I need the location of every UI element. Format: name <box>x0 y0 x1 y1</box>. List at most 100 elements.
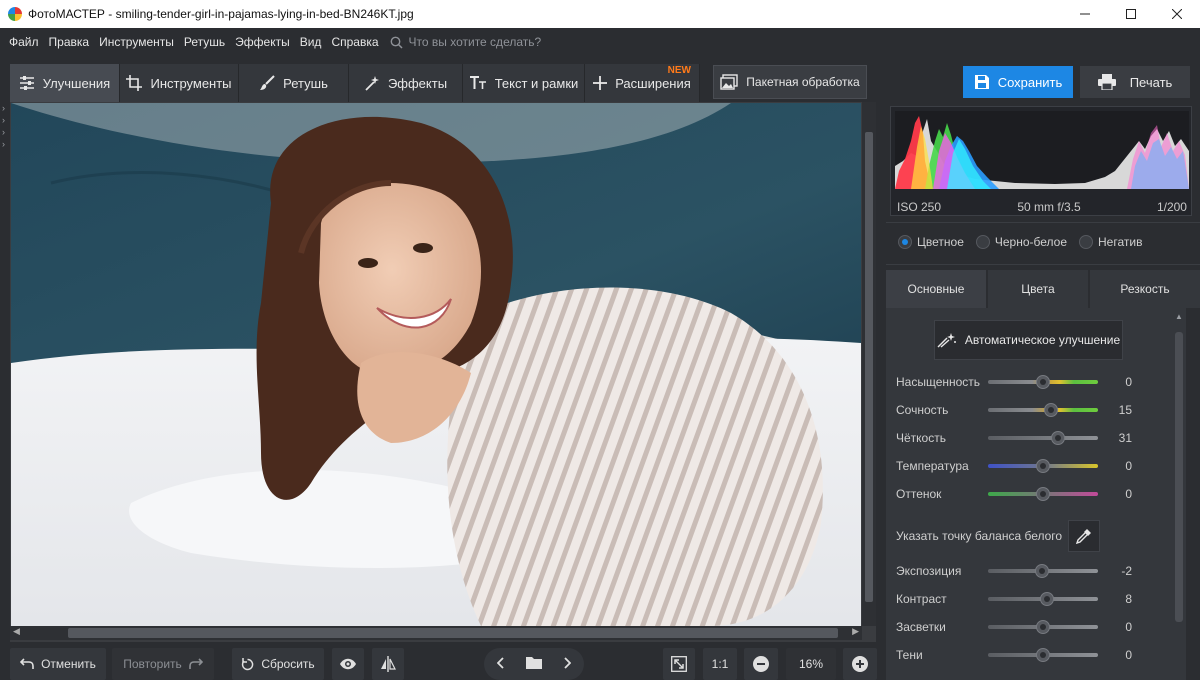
slider-label: Сочность <box>896 403 949 417</box>
new-badge: NEW <box>667 65 691 76</box>
reset-label: Сбросить <box>261 657 315 671</box>
menu-effects[interactable]: Эффекты <box>230 35 295 49</box>
histogram: ISO 250 50 mm f/3.5 1/200 <box>890 106 1192 216</box>
exif-info: ISO 250 50 mm f/3.5 1/200 <box>897 200 1187 214</box>
fit-to-screen-button[interactable] <box>663 648 695 680</box>
radio-negative-label[interactable]: Негатив <box>1098 235 1142 249</box>
search-input[interactable] <box>408 35 609 49</box>
slider-knob[interactable] <box>1040 592 1055 606</box>
slider-track[interactable] <box>988 375 1098 389</box>
slider-label: Тени <box>896 648 923 662</box>
slider-track[interactable] <box>988 592 1098 606</box>
slider-knob[interactable] <box>1036 459 1050 473</box>
menu-help[interactable]: Справка <box>326 35 383 49</box>
save-button[interactable]: Сохранить <box>963 66 1073 98</box>
photo-preview <box>11 103 861 626</box>
minimize-button[interactable] <box>1062 0 1108 28</box>
panel-scrollbar[interactable]: ▲ <box>1172 312 1186 680</box>
tab-text-frames-label: Текст и рамки <box>494 75 579 91</box>
slider-knob[interactable] <box>1036 648 1050 662</box>
tab-extensions[interactable]: Расширения NEW <box>585 64 700 102</box>
previous-image-icon[interactable] <box>485 656 518 672</box>
slider-knob[interactable] <box>1034 564 1049 578</box>
slider-knob[interactable] <box>1051 431 1066 445</box>
preview-toggle-button[interactable] <box>332 648 364 680</box>
left-collapse-strip[interactable]: › › › › <box>0 102 10 162</box>
print-button[interactable]: Печать <box>1080 66 1190 98</box>
color-mode-group: Цветное Черно-белое Негатив <box>898 235 1154 249</box>
tab-tools-label: Инструменты <box>150 75 232 91</box>
maximize-button[interactable] <box>1108 0 1154 28</box>
menu-tools[interactable]: Инструменты <box>94 35 179 49</box>
menu-retouch[interactable]: Ретушь <box>179 35 230 49</box>
menu-file[interactable]: Файл <box>4 35 44 49</box>
slider-label: Экспозиция <box>896 564 962 578</box>
slider-knob[interactable] <box>1036 620 1050 634</box>
scroll-left-icon[interactable]: ◀ <box>13 626 20 637</box>
menu-edit[interactable]: Правка <box>44 35 95 49</box>
slider-track[interactable] <box>988 620 1098 634</box>
tab-effects[interactable]: Эффекты <box>349 64 463 102</box>
panel-tabs: Основные Цвета Резкость <box>886 270 1200 308</box>
next-image-icon[interactable] <box>551 656 584 672</box>
actual-size-button[interactable]: 1:1 <box>703 648 737 680</box>
scroll-up-icon[interactable]: ▲ <box>1175 312 1183 321</box>
menu-view[interactable]: Вид <box>295 35 327 49</box>
zoom-level[interactable]: 16% <box>786 648 836 680</box>
slider-track[interactable] <box>988 648 1098 662</box>
slider-value: 0 <box>1125 459 1132 473</box>
tab-tools[interactable]: Инструменты <box>120 64 239 102</box>
vertical-scroll-thumb[interactable] <box>865 132 873 602</box>
vertical-scrollbar[interactable] <box>862 102 876 626</box>
radio-black-white[interactable] <box>975 235 990 249</box>
reset-button[interactable]: Сбросить <box>232 648 324 680</box>
tab-colors[interactable]: Цвета <box>988 270 1088 308</box>
tab-retouch-label: Ретушь <box>283 75 328 91</box>
slider-knob[interactable] <box>1036 487 1050 501</box>
radio-negative[interactable] <box>1079 235 1094 249</box>
plus-icon <box>593 76 608 90</box>
tab-colors-label: Цвета <box>1021 282 1055 296</box>
magic-stars-icon <box>937 333 956 348</box>
panel-scroll-thumb[interactable] <box>1175 332 1183 622</box>
redo-label: Повторить <box>123 657 182 671</box>
undo-button[interactable]: Отменить <box>10 648 106 680</box>
horizontal-scrollbar[interactable]: ◀ ▶ <box>10 626 862 640</box>
zoom-out-button[interactable] <box>744 648 778 680</box>
zoom-in-button[interactable] <box>843 648 877 680</box>
slider-value: 31 <box>1118 431 1132 445</box>
slider-track[interactable] <box>988 564 1098 578</box>
tab-sharpness[interactable]: Резкость <box>1090 270 1200 308</box>
slider-track[interactable] <box>988 403 1098 417</box>
undo-label: Отменить <box>41 657 96 671</box>
maximize-icon <box>1126 9 1136 19</box>
horizontal-scroll-thumb[interactable] <box>68 628 838 638</box>
slider-track[interactable] <box>988 431 1098 445</box>
save-label: Сохранить <box>997 74 1063 90</box>
slider-knob[interactable] <box>1036 375 1050 389</box>
radio-color-label[interactable]: Цветное <box>917 235 964 249</box>
slider-row: Контраст 8 <box>896 589 1168 609</box>
radio-color[interactable] <box>898 235 912 249</box>
slider-knob[interactable] <box>1043 403 1058 417</box>
slider-label: Оттенок <box>896 487 942 501</box>
folder-icon[interactable] <box>518 656 551 672</box>
slider-value: 8 <box>1125 592 1132 606</box>
batch-processing-button[interactable]: Пакетная обработка <box>713 65 867 99</box>
close-button[interactable] <box>1154 0 1200 28</box>
compare-button[interactable] <box>372 648 404 680</box>
auto-enhance-button[interactable]: Автоматическое улучшение <box>934 320 1123 360</box>
scroll-right-icon[interactable]: ▶ <box>852 626 859 637</box>
text-icon <box>469 76 486 89</box>
slider-track[interactable] <box>988 487 1098 501</box>
radio-black-white-label[interactable]: Черно-белое <box>995 235 1067 249</box>
tab-retouch[interactable]: Ретушь <box>239 64 349 102</box>
redo-button[interactable]: Повторить <box>112 648 214 680</box>
eyedropper-button[interactable] <box>1068 520 1100 552</box>
slider-track[interactable] <box>988 459 1098 473</box>
tab-text-frames[interactable]: Текст и рамки <box>463 64 585 102</box>
tab-enhancements[interactable]: Улучшения <box>10 64 120 102</box>
batch-processing-label: Пакетная обработка <box>746 75 860 89</box>
tab-basic[interactable]: Основные <box>886 270 986 308</box>
photo-canvas[interactable] <box>10 102 876 642</box>
